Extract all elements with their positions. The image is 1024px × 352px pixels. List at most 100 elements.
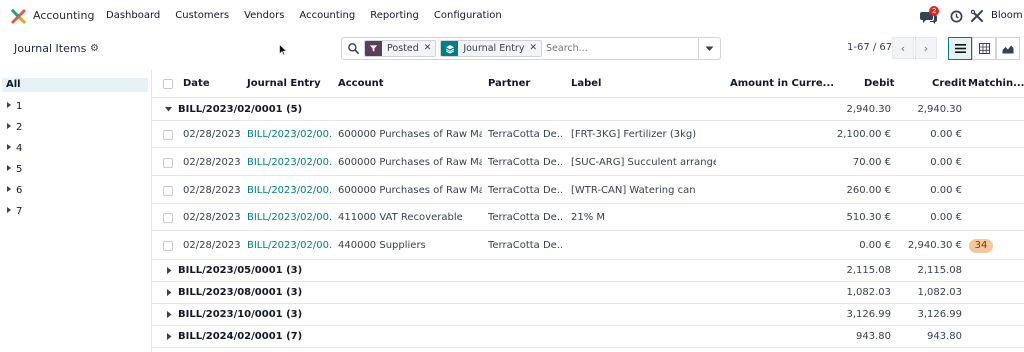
pager-previous-button[interactable]: ‹ — [892, 37, 914, 59]
group-row-open[interactable]: BILL/2023/02/0001 (5) 2,940.30 2,940.30 — [152, 99, 1024, 121]
cell-credit: 0.00 € — [930, 157, 962, 168]
app-name[interactable]: Accounting — [33, 9, 94, 22]
pivot-icon — [978, 43, 990, 54]
group-debit: 2,115.08 — [846, 265, 891, 276]
menu-customers[interactable]: Customers — [175, 10, 229, 21]
chevron-right-icon: › — [923, 41, 929, 55]
side-item-1[interactable]: 1 — [7, 101, 22, 112]
cell-account: 411000 VAT Recoverable — [338, 212, 463, 223]
pager-next-button[interactable]: › — [915, 37, 937, 59]
group-row[interactable]: BILL/2023/05/0001 (3) 2,115.08 2,115.08 — [152, 260, 1024, 282]
menu-vendors[interactable]: Vendors — [244, 10, 284, 21]
col-credit[interactable]: Credit — [932, 78, 966, 89]
facet-label: Posted — [382, 41, 424, 56]
group-credit: 943.80 — [927, 331, 962, 342]
pivot-view-button[interactable] — [972, 37, 996, 60]
col-date[interactable]: Date — [183, 78, 210, 89]
group-credit: 2,115.08 — [917, 265, 962, 276]
table-row[interactable]: 02/28/2023 BILL/2023/02/00... 600000 Purch… — [152, 149, 1024, 176]
side-item-4[interactable]: 4 — [7, 143, 22, 154]
group-label: BILL/2023/02/0001 (5) — [178, 104, 303, 115]
area-chart-icon — [1002, 45, 1014, 53]
group-row[interactable]: BILL/2023/08/0001 (3) 1,082.03 1,082.03 — [152, 282, 1024, 304]
menu-dashboard[interactable]: Dashboard — [106, 10, 160, 21]
select-all-checkbox[interactable] — [163, 79, 173, 89]
caret-right-icon — [167, 311, 172, 318]
filter-icon — [365, 41, 382, 56]
cell-journal-entry[interactable]: BILL/2023/02/00... — [247, 212, 332, 223]
cell-journal-entry[interactable]: BILL/2023/02/00... — [247, 240, 332, 251]
group-credit: 2,940.30 — [917, 104, 962, 115]
group-debit: 1,082.03 — [846, 287, 891, 298]
side-item-7[interactable]: 7 — [7, 206, 22, 217]
row-checkbox[interactable] — [163, 241, 173, 251]
cell-label: [WTR-CAN] Watering can — [571, 185, 696, 196]
matching-badge[interactable]: 34 — [969, 239, 993, 253]
accounting-app-icon[interactable] — [11, 9, 26, 24]
group-debit: 3,126.99 — [846, 309, 891, 320]
col-label[interactable]: Label — [571, 78, 602, 89]
clock-icon[interactable] — [950, 10, 963, 23]
cell-partner: TerraCotta De... — [488, 240, 562, 251]
facet-label: Journal Entry — [458, 41, 530, 56]
pager-value[interactable]: 1-67 / 67 — [847, 42, 892, 53]
user-menu[interactable]: Bloom — [991, 10, 1023, 21]
caret-right-icon — [7, 123, 11, 129]
col-partner[interactable]: Partner — [488, 78, 530, 89]
side-item-6[interactable]: 6 — [7, 185, 22, 196]
col-debit[interactable]: Debit — [864, 78, 894, 89]
chevron-down-icon[interactable] — [698, 38, 720, 59]
gear-icon[interactable]: ⚙ — [90, 43, 99, 54]
cell-partner: TerraCotta De... — [488, 185, 562, 196]
caret-down-icon — [165, 107, 172, 112]
graph-view-button[interactable] — [996, 37, 1020, 60]
search-icon[interactable] — [347, 42, 360, 55]
cell-journal-entry[interactable]: BILL/2023/02/00... — [247, 129, 332, 140]
close-icon[interactable]: ✕ — [529, 41, 542, 56]
side-item-all[interactable]: All — [2, 78, 148, 92]
cell-date: 02/28/2023 — [183, 157, 241, 168]
group-debit: 2,940.30 — [846, 104, 891, 115]
side-item-2[interactable]: 2 — [7, 122, 22, 133]
menu-reporting[interactable]: Reporting — [370, 10, 419, 21]
cell-account: 600000 Purchases of Raw Mat... — [338, 157, 482, 168]
col-matching[interactable]: Matchin... — [968, 78, 1024, 89]
cell-journal-entry[interactable]: BILL/2023/02/00... — [247, 157, 332, 168]
col-journal-entry[interactable]: Journal Entry — [247, 78, 321, 89]
page-title[interactable]: Journal Items — [14, 42, 86, 55]
close-icon[interactable]: ✕ — [423, 41, 436, 56]
table-row[interactable]: 02/28/2023 BILL/2023/02/00... 411000 VAT R… — [152, 204, 1024, 231]
list-view-button[interactable] — [948, 37, 972, 60]
menu-configuration[interactable]: Configuration — [434, 10, 502, 21]
row-checkbox[interactable] — [163, 130, 173, 140]
col-amount-currency[interactable]: Amount in Curre... — [730, 78, 834, 89]
group-row[interactable]: BILL/2023/10/0001 (3) 3,126.99 3,126.99 — [152, 304, 1024, 326]
cell-journal-entry[interactable]: BILL/2023/02/00... — [247, 185, 332, 196]
side-item-label: 2 — [16, 122, 23, 133]
menu-accounting[interactable]: Accounting — [299, 10, 355, 21]
tools-icon[interactable] — [970, 9, 984, 23]
row-checkbox[interactable] — [163, 158, 173, 168]
col-account[interactable]: Account — [338, 78, 383, 89]
cell-label: [SUC-ARG] Succulent arrange... — [571, 157, 716, 168]
table-row[interactable]: 02/28/2023 BILL/2023/02/00... 440000 Suppl… — [152, 232, 1024, 260]
cell-credit: 0.00 € — [930, 129, 962, 140]
search-input[interactable] — [546, 43, 697, 54]
group-label: BILL/2023/05/0001 (3) — [178, 265, 303, 276]
journal-items-table: Date Journal Entry Account Partner Label… — [152, 70, 1024, 352]
side-item-label: 6 — [16, 185, 23, 196]
cell-debit: 2,100.00 € — [836, 129, 891, 140]
side-item-label: 4 — [16, 143, 23, 154]
cell-credit: 2,940.30 € — [907, 240, 962, 251]
table-row[interactable]: 02/28/2023 BILL/2023/02/00... 600000 Purch… — [152, 177, 1024, 204]
row-checkbox[interactable] — [163, 213, 173, 223]
group-row[interactable]: BILL/2024/02/0001 (7) 943.80 943.80 — [152, 326, 1024, 348]
top-navbar: Accounting Dashboard Customers Vendors A… — [0, 0, 1024, 32]
facet-posted: Posted ✕ — [364, 40, 437, 57]
row-checkbox[interactable] — [163, 186, 173, 196]
table-row[interactable]: 02/28/2023 BILL/2023/02/00... 600000 Purch… — [152, 121, 1024, 148]
caret-right-icon — [7, 207, 11, 213]
caret-right-icon — [7, 102, 11, 108]
group-label: BILL/2024/02/0001 (7) — [178, 331, 303, 342]
side-item-5[interactable]: 5 — [7, 164, 22, 175]
